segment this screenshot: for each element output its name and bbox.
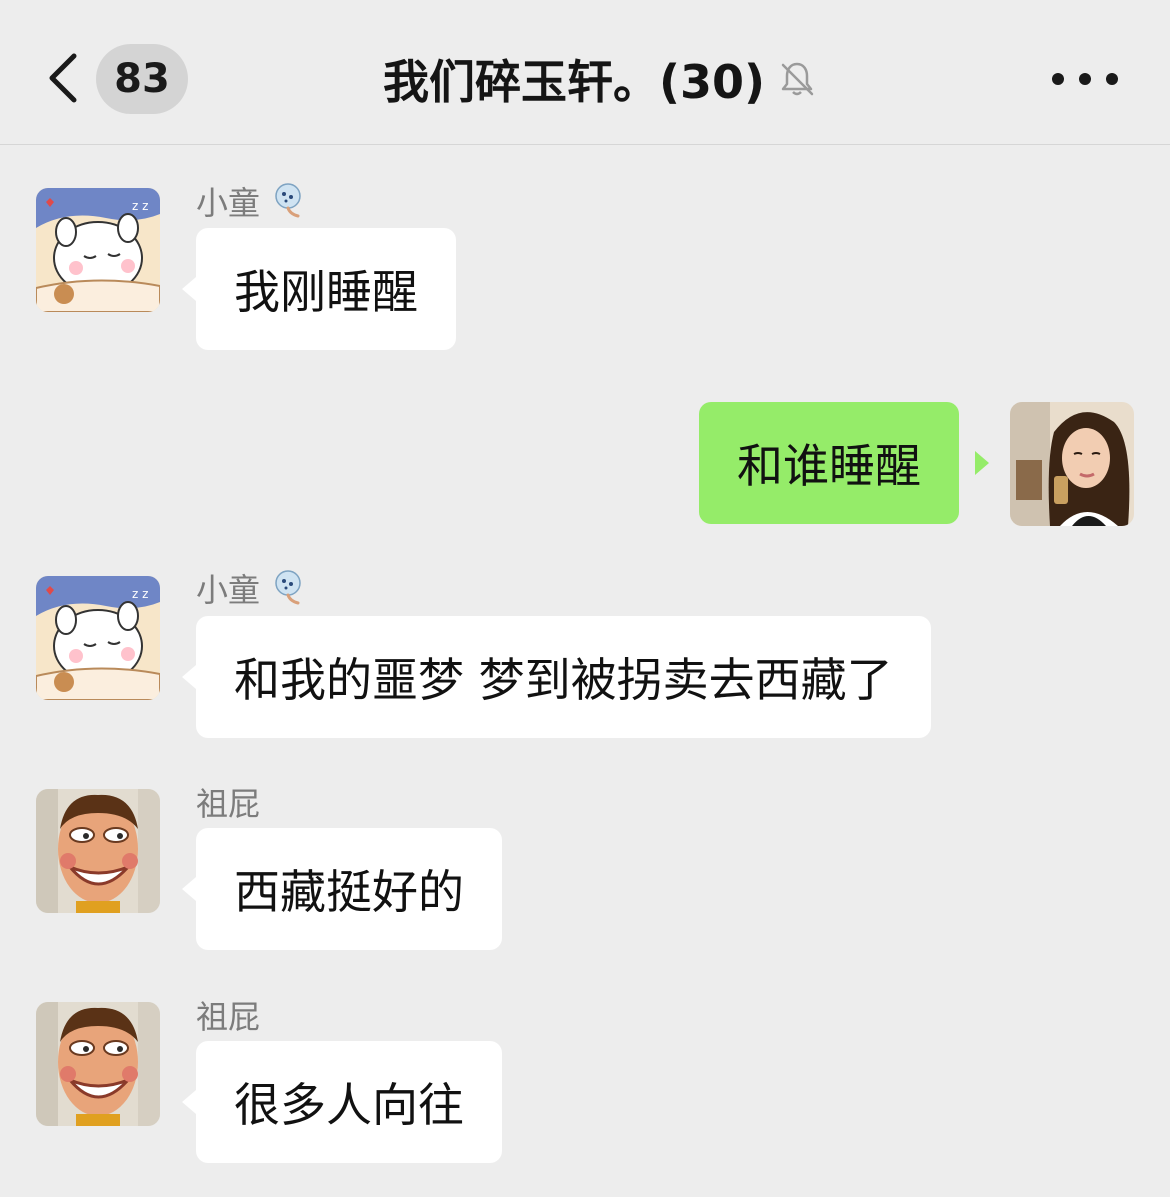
bubble-tail xyxy=(182,665,196,689)
chat-title[interactable]: 我们碎玉轩。(30) xyxy=(383,46,765,112)
avatar-xiaotong[interactable]: z z xyxy=(36,188,160,312)
chat-header: 83 我们碎玉轩。(30) xyxy=(0,0,1170,145)
svg-text:z z: z z xyxy=(132,199,148,213)
bubble-tail xyxy=(182,877,196,901)
woman-photo-avatar-image xyxy=(1010,402,1134,526)
message-bubble[interactable]: 很多人向往 xyxy=(196,1041,502,1163)
svg-text:z z: z z xyxy=(132,587,148,601)
avatar-xiaotong[interactable]: z z xyxy=(36,576,160,700)
sender-name: 祖屁 xyxy=(196,998,261,1036)
message-bubble[interactable]: 西藏挺好的 xyxy=(196,828,502,950)
message-bubble[interactable]: 和我的噩梦 梦到被拐卖去西藏了 xyxy=(196,616,931,738)
avatar-zupi[interactable] xyxy=(36,789,160,913)
bear-emoji-icon xyxy=(275,183,301,218)
sender-name-row: 祖屁 xyxy=(196,992,260,1038)
sender-name-row: 小童 xyxy=(196,178,306,224)
title-area: 我们碎玉轩。(30) xyxy=(0,46,1170,112)
woody-face-avatar-image xyxy=(36,789,160,913)
sender-name-row: 小童 xyxy=(196,565,306,611)
more-options-icon xyxy=(1052,73,1064,85)
sender-name: 小童 xyxy=(196,184,261,222)
avatar-self[interactable] xyxy=(1010,402,1134,526)
bubble-tail xyxy=(975,451,989,475)
bubble-tail xyxy=(182,1090,196,1114)
more-options-button[interactable] xyxy=(1052,62,1118,96)
message-bubble[interactable]: 我刚睡醒 xyxy=(196,228,456,350)
message-bubble-outgoing[interactable]: 和谁睡醒 xyxy=(699,402,959,524)
sender-name: 祖屁 xyxy=(196,785,261,823)
bear-emoji-icon xyxy=(275,570,301,605)
bell-off-icon xyxy=(781,62,814,96)
sleeping-bunny-avatar-image: z z xyxy=(36,576,160,700)
avatar-zupi[interactable] xyxy=(36,1002,160,1126)
bubble-tail xyxy=(182,277,196,301)
sleeping-bunny-avatar-image: z z xyxy=(36,188,160,312)
woody-face-avatar-image xyxy=(36,1002,160,1126)
sender-name: 小童 xyxy=(196,571,261,609)
sender-name-row: 祖屁 xyxy=(196,779,260,825)
